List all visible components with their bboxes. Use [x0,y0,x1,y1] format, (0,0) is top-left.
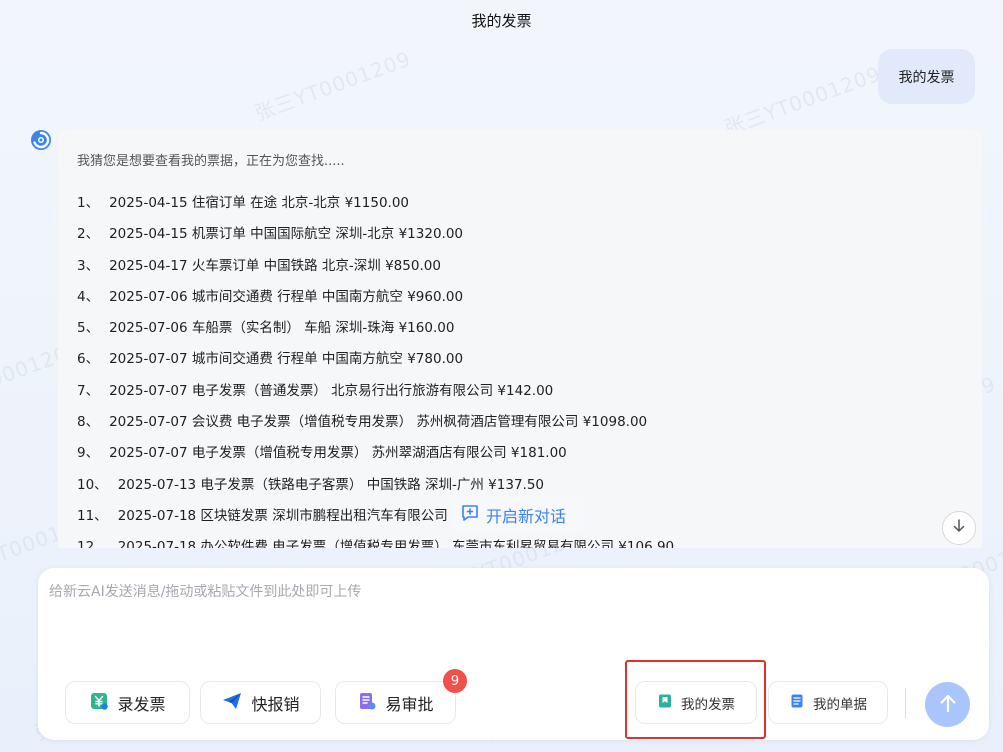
list-item[interactable]: 12、 2025-07-18 办公软件费 电子发票（增值税专用发票） 东莞市东利昇… [77,532,674,548]
arrow-up-icon [937,692,959,718]
list-item[interactable]: 5、 2025-07-06 车船票（实名制） 车船 深圳-珠海 ¥160.00 [77,313,674,344]
record-number: 10、 [77,476,108,493]
record-text: 2025-07-07 电子发票（增值税专用发票） 苏州翠湖酒店有限公司 ¥181… [109,445,567,462]
record-number: 4、 [77,288,100,305]
highlight-annotation [625,660,766,739]
record-number: 7、 [77,382,100,399]
record-number: 8、 [77,414,100,431]
record-text: 2025-07-13 电子发票（铁路电子客票） 中国铁路 深圳-广州 ¥137.… [117,476,545,493]
record-number: 11、 [77,507,108,524]
easy-approval-label: 易审批 [385,694,434,714]
assistant-logo-icon [30,129,52,151]
record-number: 12、 [77,539,108,548]
easy-approval-button[interactable]: 易审批 [335,681,456,724]
my-documents-label: 我的单据 [813,696,867,713]
list-item[interactable]: 11、 2025-07-18 区块链发票 深圳市鹏程出租汽车有限公司 [77,501,674,532]
divider [905,688,906,718]
assistant-reply-panel: 我猜您是想要查看我的票据，正在为您查找..... 1、 2025-04-15 住宿… [58,130,982,548]
record-text: 2025-07-18 办公软件费 电子发票（增值税专用发票） 东莞市东利昇贸易有… [117,539,675,548]
record-invoice-button[interactable]: 录发票 [65,681,190,724]
message-input[interactable] [49,584,949,600]
approval-count-badge: 9 [443,669,467,693]
chat-plus-icon [460,503,480,527]
record-text: 2025-07-18 区块链发票 深圳市鹏程出租汽车有限公司 [117,507,448,524]
new-chat-button[interactable]: 开启新对话 [450,498,584,532]
user-message-bubble: 我的发票 [878,49,975,104]
record-text: 2025-07-07 会议费 电子发票（增值税专用发票） 苏州枫荷酒店管理有限公… [109,414,648,431]
document-icon [789,693,805,713]
scroll-down-button[interactable] [942,511,976,545]
quick-reimburse-label: 快报销 [251,694,300,714]
record-text: 2025-04-15 机票订单 中国国际航空 深圳-北京 ¥1320.00 [109,226,464,243]
send-button[interactable] [925,682,970,727]
new-chat-label: 开启新对话 [486,507,567,526]
invoice-yen-icon [89,691,109,715]
list-item[interactable]: 8、 2025-07-07 会议费 电子发票（增值税专用发票） 苏州枫荷酒店管理有… [77,407,674,438]
list-item[interactable]: 7、 2025-07-07 电子发票（普通发票） 北京易行出行旅游有限公司 ¥14… [77,376,674,407]
record-text: 2025-04-15 住宿订单 在途 北京-北京 ¥1150.00 [109,195,410,211]
record-number: 3、 [77,257,100,274]
list-item[interactable]: 6、 2025-07-07 城市间交通费 行程单 中国南方航空 ¥780.00 [77,344,674,375]
list-item[interactable]: 10、 2025-07-13 电子发票（铁路电子客票） 中国铁路 深圳-广州 ¥1… [77,470,674,501]
record-text: 2025-04-17 火车票订单 中国铁路 北京-深圳 ¥850.00 [109,257,441,274]
assistant-intro-text: 我猜您是想要查看我的票据，正在为您查找..... [77,154,345,169]
user-message-text: 我的发票 [898,69,955,86]
paper-plane-icon [221,691,243,715]
record-text: 2025-07-07 电子发票（普通发票） 北京易行出行旅游有限公司 ¥142.… [109,382,554,399]
approval-doc-icon [357,691,377,715]
list-item[interactable]: 1、 2025-04-15 住宿订单 在途 北京-北京 ¥1150.00 [77,188,674,219]
record-text: 2025-07-07 城市间交通费 行程单 中国南方航空 ¥780.00 [109,351,464,368]
watermark: 张三YT0001209 [721,61,885,141]
message-composer: 录发票 快报销 易审批 9 我的发票 [38,568,989,740]
arrow-down-icon [951,518,967,538]
list-item[interactable]: 9、 2025-07-07 电子发票（增值税专用发票） 苏州翠湖酒店有限公司 ¥1… [77,438,674,469]
invoice-record-list: 1、 2025-04-15 住宿订单 在途 北京-北京 ¥1150.00 2、 20… [77,188,674,548]
record-text: 2025-07-06 城市间交通费 行程单 中国南方航空 ¥960.00 [109,288,464,305]
record-number: 6、 [77,351,100,368]
list-item[interactable]: 3、 2025-04-17 火车票订单 中国铁路 北京-深圳 ¥850.00 [77,251,674,282]
record-number: 9、 [77,445,100,462]
my-documents-button[interactable]: 我的单据 [768,681,888,724]
quick-reimburse-button[interactable]: 快报销 [200,681,321,724]
record-number: 2、 [77,226,100,243]
record-number: 5、 [77,320,100,337]
list-item[interactable]: 4、 2025-07-06 城市间交通费 行程单 中国南方航空 ¥960.00 [77,282,674,313]
page-title: 我的发票 [471,12,532,30]
list-item[interactable]: 2、 2025-04-15 机票订单 中国国际航空 深圳-北京 ¥1320.00 [77,219,674,250]
record-text: 2025-07-06 车船票（实名制） 车船 深圳-珠海 ¥160.00 [109,320,455,337]
record-number: 1、 [77,195,100,211]
record-invoice-label: 录发票 [117,694,166,714]
watermark: 张三YT0001209 [251,46,415,126]
